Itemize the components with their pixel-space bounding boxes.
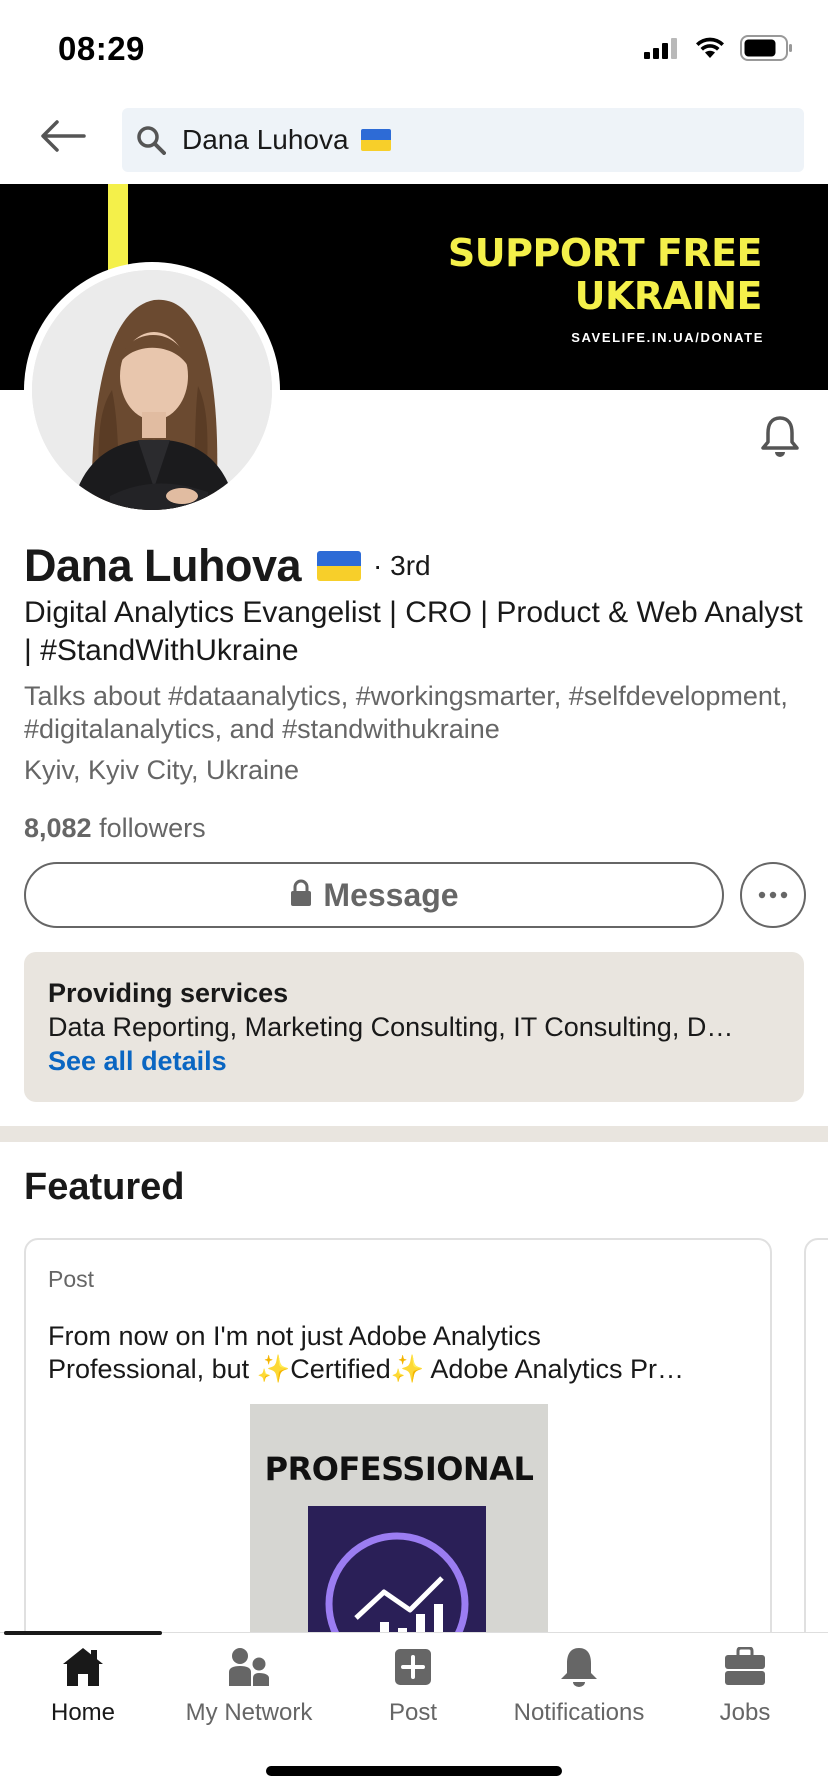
- post-icon: [389, 1643, 437, 1691]
- search-query: Dana Luhova: [182, 124, 349, 155]
- notifications-icon: [555, 1643, 603, 1691]
- profile-name: Dana Luhova: [24, 540, 302, 591]
- back-button[interactable]: [38, 118, 88, 158]
- nav-my-network-label: My Network: [185, 1699, 313, 1726]
- network-icon: [225, 1643, 273, 1691]
- nav-my-network[interactable]: My Network: [166, 1643, 332, 1743]
- banner-title-line1: SUPPORT FREE: [447, 231, 763, 275]
- profile-name-row: Dana Luhova · 3rd: [24, 538, 431, 594]
- nav-home-label: Home: [50, 1699, 116, 1726]
- status-bar: 08:29: [0, 0, 828, 100]
- profile-location: Kyiv, Kyiv City, Ukraine: [24, 755, 300, 785]
- status-time: 08:29: [58, 30, 145, 67]
- home-indicator[interactable]: [266, 1766, 562, 1776]
- status-icons: [644, 34, 794, 66]
- nav-notifications[interactable]: Notifications: [496, 1643, 662, 1743]
- featured-card-type: Post: [48, 1266, 95, 1292]
- services-list: Data Reporting, Marketing Consulting, IT…: [48, 1012, 734, 1042]
- more-icon: [758, 886, 788, 904]
- featured-image-label: PROFESSIONAL: [264, 1450, 534, 1488]
- banner-title-line2: UKRAINE: [574, 274, 763, 318]
- notify-bell-button[interactable]: [756, 414, 804, 462]
- featured-post-card[interactable]: Post From now on I'm not just Adobe Anal…: [24, 1238, 772, 1658]
- featured-title: Featured: [24, 1166, 185, 1208]
- nav-jobs-label: Jobs: [719, 1699, 771, 1726]
- search-icon: [134, 123, 168, 157]
- nav-post[interactable]: Post: [330, 1643, 496, 1743]
- signal-icon: [644, 37, 680, 64]
- featured-card-image: PROFESSIONAL: [250, 1404, 548, 1656]
- profile-headline: Digital Analytics Evangelist | CRO | Pro…: [24, 596, 803, 667]
- ukraine-flag-icon: [317, 551, 362, 581]
- banner-subtitle: SAVELIFE.IN.UA/DONATE: [571, 330, 764, 345]
- battery-icon: [740, 34, 794, 66]
- profile-talks-about: Talks about #dataanalytics, #workingsmar…: [24, 681, 788, 744]
- followers-count: 8,082: [24, 813, 92, 843]
- avatar-photo: [32, 270, 272, 510]
- services-card[interactable]: Providing services Data Reporting, Marke…: [24, 952, 804, 1102]
- ukraine-flag-icon: [360, 129, 391, 151]
- banner-title: SUPPORT FREE UKRAINE: [447, 231, 763, 318]
- featured-card-text-line2: Professional, but ✨Certified✨ Adobe Anal…: [48, 1354, 685, 1384]
- featured-card-text: From now on I'm not just Adobe Analytics…: [48, 1320, 748, 1386]
- lock-icon: [289, 879, 313, 912]
- bell-icon: [760, 415, 800, 462]
- more-button[interactable]: [740, 862, 806, 928]
- wifi-icon: [694, 36, 726, 65]
- nav-active-indicator: [4, 1631, 162, 1635]
- featured-next-card[interactable]: [804, 1238, 828, 1658]
- nav-notifications-label: Notifications: [513, 1699, 645, 1726]
- services-title: Providing services: [48, 978, 289, 1008]
- search-header: Dana Luhova: [0, 100, 828, 184]
- nav-jobs[interactable]: Jobs: [662, 1643, 828, 1743]
- section-divider: [0, 1126, 828, 1142]
- back-arrow-icon: [40, 119, 86, 158]
- home-icon: [59, 1643, 107, 1691]
- message-label: Message: [323, 876, 459, 913]
- nav-post-label: Post: [388, 1699, 438, 1726]
- message-button[interactable]: Message: [24, 862, 724, 928]
- search-input[interactable]: Dana Luhova: [122, 108, 804, 172]
- featured-card-text-line1: From now on I'm not just Adobe Analytics: [48, 1321, 541, 1351]
- followers-label: followers: [99, 813, 206, 843]
- avatar[interactable]: [24, 262, 280, 518]
- jobs-icon: [721, 1643, 769, 1691]
- profile-followers[interactable]: 8,082 followers: [24, 813, 206, 844]
- nav-home[interactable]: Home: [0, 1643, 166, 1743]
- connection-degree: · 3rd: [373, 550, 431, 581]
- see-all-details-link[interactable]: See all details: [48, 1044, 780, 1078]
